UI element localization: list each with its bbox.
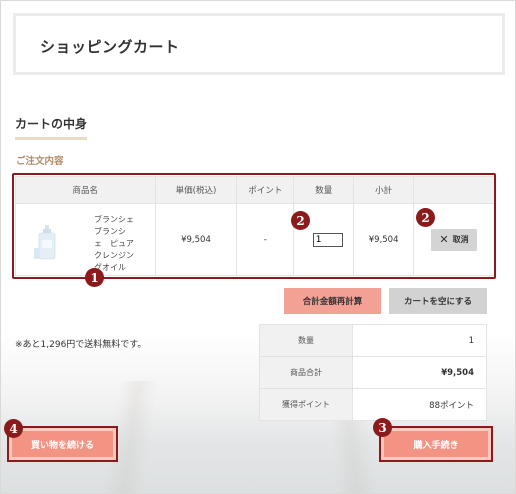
- product-name[interactable]: ブランシェ ブランシ ェ ピュア クレンジン グオイル: [94, 214, 152, 274]
- cancel-label: 取消: [452, 235, 469, 244]
- subtotal-cell: ¥9,504: [353, 203, 415, 276]
- point-cell: -: [236, 203, 295, 276]
- cart-page: ショッピングカート カートの中身 ご注文内容 商品名 単価(税込) ポイント 数…: [0, 0, 516, 494]
- empty-cart-button[interactable]: カートを空にする: [389, 288, 487, 314]
- cart-table-header: 商品名 単価(税込) ポイント 数量 小計: [15, 176, 495, 204]
- summary-points-value: 88ポイント: [352, 388, 487, 421]
- close-icon: ✕: [439, 234, 449, 246]
- summary-row-quantity: 数量 1: [259, 324, 487, 357]
- product-name-line: クレンジン: [94, 251, 134, 260]
- quantity-input[interactable]: [312, 232, 343, 247]
- header-product: 商品名: [15, 176, 156, 204]
- summary-total-value: ¥9,504: [352, 356, 487, 389]
- continue-shopping-button[interactable]: 買い物を続ける: [7, 426, 118, 462]
- order-summary-table: 数量 1 商品合計 ¥9,504 獲得ポイント 88ポイント: [259, 324, 487, 421]
- product-cell: ブランシェ ブランシ ェ ピュア クレンジン グオイル: [15, 203, 156, 276]
- recalculate-button[interactable]: 合計金額再計算: [284, 288, 381, 314]
- product-name-line: ブランシェ: [94, 215, 134, 224]
- annotation-marker-2-quantity: 2: [291, 211, 310, 230]
- summary-row-points: 獲得ポイント 88ポイント: [259, 388, 487, 421]
- free-shipping-note: ※あと1,296円で送料無料です。: [15, 340, 147, 350]
- checkout-button[interactable]: 購入手続き: [379, 426, 493, 462]
- summary-row-total: 商品合計 ¥9,504: [259, 356, 487, 389]
- cart-section-title: カートの中身: [15, 115, 88, 140]
- product-name-line: ブランシ: [94, 227, 126, 236]
- summary-points-label: 獲得ポイント: [259, 388, 353, 421]
- product-name-line: ェ ピュア: [94, 239, 134, 248]
- summary-total-label: 商品合計: [259, 356, 353, 389]
- summary-quantity-value: 1: [352, 324, 487, 357]
- page-title: ショッピングカート: [40, 38, 180, 56]
- annotation-marker-4: 4: [4, 419, 23, 438]
- annotation-marker-3: 3: [373, 418, 392, 437]
- page-title-box: ショッピングカート: [13, 13, 505, 75]
- product-bottle-icon[interactable]: [34, 224, 60, 260]
- header-actions: [413, 176, 495, 204]
- summary-quantity-label: 数量: [259, 324, 353, 357]
- header-quantity: 数量: [293, 176, 355, 204]
- order-details-label: ご注文内容: [16, 156, 64, 167]
- annotation-marker-2-cancel: 2: [416, 208, 435, 227]
- cancel-item-button[interactable]: ✕ 取消: [431, 228, 478, 251]
- annotation-marker-1: 1: [85, 268, 104, 287]
- header-point: ポイント: [236, 176, 295, 204]
- header-unit-price: 単価(税込): [154, 176, 238, 204]
- unit-price-cell: ¥9,504: [154, 203, 238, 276]
- header-subtotal: 小計: [353, 176, 415, 204]
